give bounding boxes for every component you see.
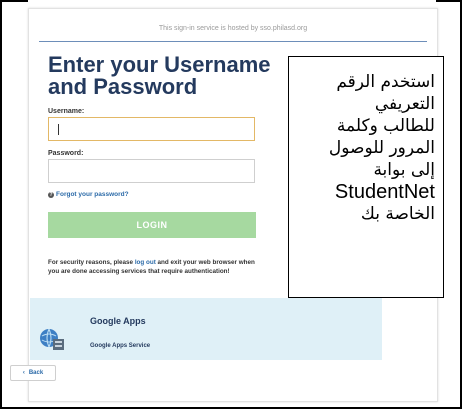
login-button[interactable]: LOGIN bbox=[48, 212, 256, 238]
username-input[interactable] bbox=[48, 117, 255, 141]
top-rule bbox=[39, 41, 427, 42]
password-label: Password: bbox=[48, 150, 84, 157]
callout-line-7: الخاصة بك bbox=[360, 204, 435, 224]
hosted-notice: This sign-in service is hosted by sso.ph… bbox=[158, 25, 308, 32]
text-caret bbox=[58, 124, 59, 135]
frame-top-left bbox=[0, 0, 28, 2]
callout-line-3: للطالب وكلمة bbox=[336, 116, 435, 136]
chevron-left-icon: ‹ bbox=[22, 370, 25, 376]
service-title: Google Apps bbox=[90, 316, 146, 326]
callout-line-5: إلى بوابة bbox=[373, 160, 435, 180]
question-icon: ? bbox=[48, 191, 54, 198]
forgot-password-text: Forgot your password? bbox=[56, 191, 129, 198]
instruction-callout: استخدم الرقم التعريفي للطالب وكلمة المرو… bbox=[288, 56, 444, 298]
page-title: Enter your Username and Password bbox=[48, 52, 271, 99]
username-label: Username: bbox=[48, 108, 85, 115]
callout-line-6: StudentNet bbox=[334, 181, 435, 203]
forgot-password-link[interactable]: ? Forgot your password? bbox=[48, 191, 129, 198]
globe-server-icon bbox=[40, 328, 64, 350]
service-subtitle: Google Apps Service bbox=[90, 343, 151, 349]
back-button[interactable]: ‹ Back bbox=[10, 365, 56, 381]
frame-top-right bbox=[436, 0, 462, 2]
security-notice: For security reasons, please log out and… bbox=[48, 258, 258, 276]
log-out-link[interactable]: log out bbox=[135, 259, 156, 266]
google-apps-service[interactable]: Google Apps Google Apps Service bbox=[30, 298, 382, 360]
password-input[interactable] bbox=[48, 159, 255, 183]
callout-line-1: استخدم الرقم bbox=[336, 72, 435, 92]
callout-line-2: التعريفي bbox=[374, 94, 435, 114]
security-prefix: For security reasons, please bbox=[48, 259, 135, 266]
back-label: Back bbox=[28, 370, 44, 376]
callout-line-4: المرور للوصول bbox=[328, 138, 435, 158]
